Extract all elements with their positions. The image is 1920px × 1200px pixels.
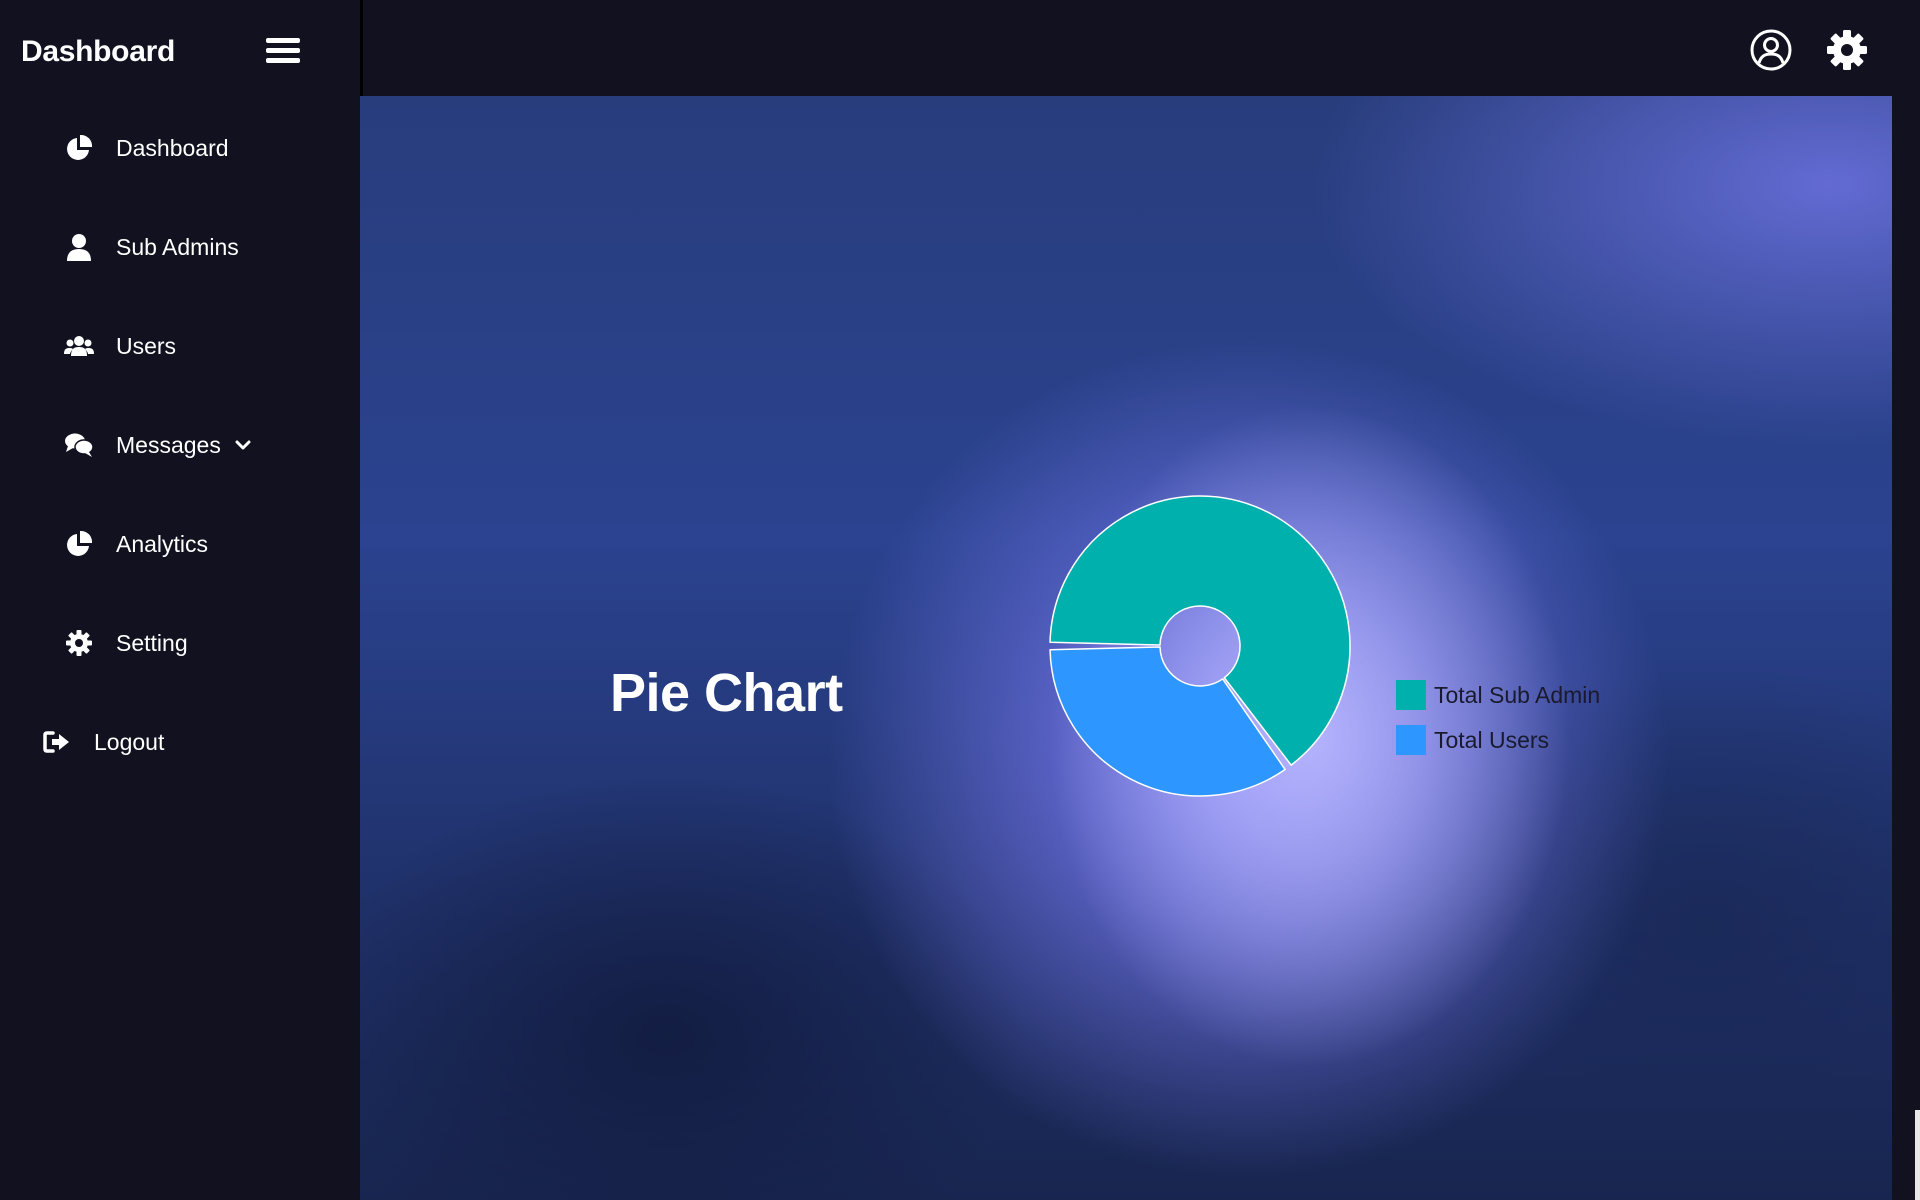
- legend-swatch: [1396, 725, 1426, 755]
- sidebar-item-dashboard[interactable]: Dashboard: [64, 124, 229, 172]
- legend-label: Total Sub Admin: [1434, 681, 1601, 708]
- legend-item[interactable]: Total Users: [1396, 725, 1600, 755]
- sidebar-item-messages[interactable]: Messages: [64, 421, 253, 469]
- pie-chart: [1049, 495, 1351, 797]
- chart-legend: Total Sub Admin Total Users: [1396, 680, 1600, 770]
- gear-icon: [64, 628, 94, 658]
- legend-item[interactable]: Total Sub Admin: [1396, 680, 1600, 710]
- user-circle-icon[interactable]: [1749, 28, 1793, 72]
- scrollbar-thumb[interactable]: [1915, 1110, 1920, 1200]
- page-title: Pie Chart: [610, 663, 843, 723]
- comments-icon: [64, 430, 94, 460]
- sidebar-item-label: Sub Admins: [116, 233, 239, 260]
- pie-chart-icon: [64, 133, 94, 163]
- sidebar: Dashboard Dashboard Sub Admins Users Mes…: [0, 0, 360, 1200]
- logout-button[interactable]: Logout: [42, 718, 164, 766]
- gear-icon[interactable]: [1825, 28, 1869, 72]
- sidebar-item-label: Users: [116, 332, 177, 359]
- legend-swatch: [1396, 680, 1426, 710]
- brand-title: Dashboard: [21, 35, 175, 68]
- legend-label: Total Users: [1434, 726, 1550, 753]
- logout-label: Logout: [94, 728, 165, 755]
- users-icon: [64, 331, 94, 361]
- main-content: Pie Chart Total Sub Admin Total Users: [360, 96, 1892, 1200]
- sidebar-item-users[interactable]: Users: [64, 322, 176, 370]
- sidebar-item-sub-admins[interactable]: Sub Admins: [64, 223, 239, 271]
- chevron-down-icon[interactable]: [235, 436, 253, 454]
- sidebar-item-label: Messages: [116, 431, 221, 458]
- sidebar-item-setting[interactable]: Setting: [64, 619, 188, 667]
- sign-out-icon: [42, 727, 72, 757]
- scrollbar-track: [1892, 96, 1920, 1200]
- topbar: [360, 0, 1920, 96]
- pie-chart-icon: [64, 529, 94, 559]
- hamburger-menu-icon[interactable]: [266, 38, 300, 70]
- sidebar-item-label: Setting: [116, 629, 188, 656]
- sidebar-item-analytics[interactable]: Analytics: [64, 520, 208, 568]
- user-icon: [64, 232, 94, 262]
- sidebar-item-label: Analytics: [116, 530, 209, 557]
- sidebar-item-label: Dashboard: [116, 134, 229, 161]
